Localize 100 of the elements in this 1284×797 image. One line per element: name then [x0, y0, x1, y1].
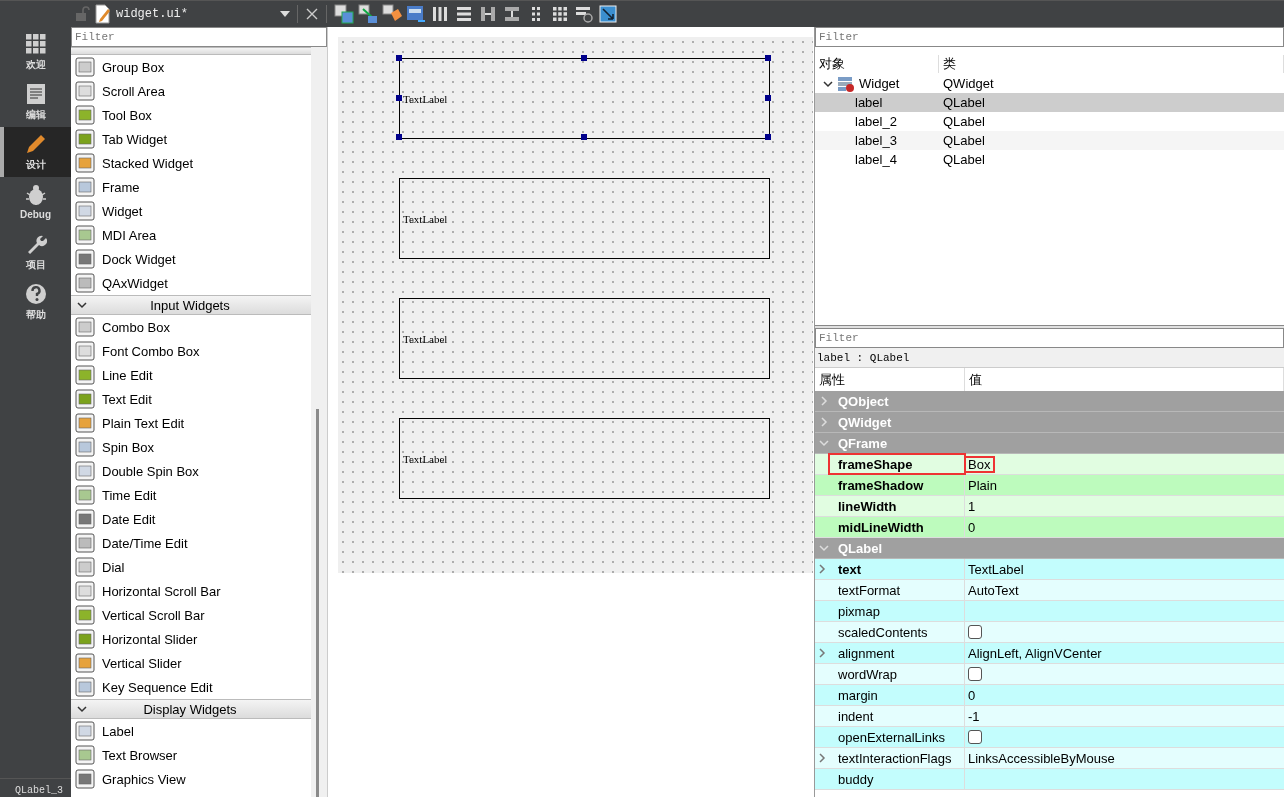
scrollbar[interactable]: [311, 47, 327, 797]
resize-handle[interactable]: [396, 134, 402, 140]
resize-handle[interactable]: [396, 94, 402, 101]
mode-button[interactable]: 编辑: [0, 77, 71, 127]
property-row[interactable]: openExternalLinks: [815, 727, 1284, 748]
widget-list-item[interactable]: Vertical Slider: [71, 651, 311, 675]
widget-list-item[interactable]: Plain Text Edit: [71, 411, 311, 435]
resize-handle[interactable]: [765, 94, 771, 101]
property-row[interactable]: indent -1: [815, 706, 1284, 727]
checkbox[interactable]: [968, 667, 982, 681]
close-icon[interactable]: [305, 7, 319, 21]
widget-list-item[interactable]: Spin Box: [71, 435, 311, 459]
property-row[interactable]: frameShape Box: [815, 454, 1284, 475]
filter-field[interactable]: Filter: [815, 27, 1284, 47]
widget-list-item[interactable]: Time Edit: [71, 483, 311, 507]
property-value[interactable]: Box: [968, 456, 991, 472]
text-label[interactable]: TextLabel: [399, 418, 770, 499]
mode-button[interactable]: Debug: [0, 177, 71, 227]
text-label[interactable]: TextLabel: [399, 58, 770, 139]
resize-handle[interactable]: [765, 134, 771, 140]
widget-list-item[interactable]: Vertical Scroll Bar: [71, 603, 311, 627]
resize-handle[interactable]: [396, 55, 402, 61]
property-row[interactable]: margin 0: [815, 685, 1284, 706]
text-label[interactable]: TextLabel: [399, 178, 770, 259]
property-row[interactable]: alignment AlignLeft, AlignVCenter: [815, 643, 1284, 664]
mode-button[interactable]: 设计: [0, 127, 71, 177]
property-value[interactable]: 0: [968, 519, 976, 535]
tree-item[interactable]: label_4: [815, 150, 939, 169]
mode-button[interactable]: 帮助: [0, 277, 71, 327]
dropdown-arrow-icon[interactable]: [280, 10, 290, 18]
widget-list-item[interactable]: Stacked Widget: [71, 151, 311, 175]
property-row[interactable]: midLineWidth 0: [815, 517, 1284, 538]
property-value[interactable]: LinksAccessibleByMouse: [968, 750, 1115, 766]
property-value[interactable]: -1: [968, 708, 980, 724]
checkbox[interactable]: [968, 625, 982, 639]
property-value[interactable]: 1: [968, 498, 976, 514]
grid-icon[interactable]: [550, 4, 570, 24]
category-header[interactable]: Input Widgets: [71, 295, 311, 315]
vertical-splitter-icon[interactable]: [502, 4, 522, 24]
widget-list-item[interactable]: Text Edit: [71, 387, 311, 411]
property-value[interactable]: AlignLeft, AlignVCenter: [968, 645, 1102, 661]
property-name: text: [829, 559, 965, 579]
widget-list-item[interactable]: Combo Box: [71, 315, 311, 339]
widget-list-item[interactable]: Date/Time Edit: [71, 531, 311, 555]
column-header[interactable]: 对象: [815, 55, 939, 73]
text-label[interactable]: TextLabel: [399, 298, 770, 379]
widget-list-item[interactable]: Tool Box: [71, 103, 311, 127]
widget-icon: [75, 605, 95, 625]
widget-list-item[interactable]: Line Edit: [71, 363, 311, 387]
class-cell-text: QLabel: [942, 113, 986, 131]
property-row[interactable]: pixmap: [815, 601, 1284, 622]
widget-list-item[interactable]: Graphics View: [71, 767, 311, 791]
property-row[interactable]: scaledContents: [815, 622, 1284, 643]
tree-item[interactable]: label_3: [815, 131, 939, 150]
widget-list-item[interactable]: Widget: [71, 199, 311, 223]
columns-icon[interactable]: [430, 4, 450, 24]
widget-list-item[interactable]: MDI Area: [71, 223, 311, 247]
property-row[interactable]: textFormat AutoText: [815, 580, 1284, 601]
property-row[interactable]: wordWrap: [815, 664, 1284, 685]
mode-button[interactable]: 项目: [0, 227, 71, 277]
widget-list-item[interactable]: QAxWidget: [71, 271, 311, 295]
property-row[interactable]: frameShadow Plain: [815, 475, 1284, 496]
widget-list-item[interactable]: Text Browser: [71, 743, 311, 767]
resize-handle[interactable]: [580, 55, 587, 61]
widget-list-item[interactable]: Horizontal Scroll Bar: [71, 579, 311, 603]
bug-icon: [24, 184, 47, 206]
property-row[interactable]: textInteractionFlags LinksAccessibleByMouse: [815, 748, 1284, 769]
tree-item[interactable]: label: [815, 93, 939, 112]
widget-list-item[interactable]: Double Spin Box: [71, 459, 311, 483]
horizontal-splitter-icon[interactable]: [478, 4, 498, 24]
property-row[interactable]: text TextLabel: [815, 559, 1284, 580]
filter-field[interactable]: Filter: [71, 27, 327, 47]
widget-list-item[interactable]: Dock Widget: [71, 247, 311, 271]
widget-list-item[interactable]: Font Combo Box: [71, 339, 311, 363]
checkbox[interactable]: [968, 730, 982, 744]
property-row[interactable]: lineWidth 1: [815, 496, 1284, 517]
property-value[interactable]: Plain: [968, 477, 997, 493]
property-value[interactable]: AutoText: [968, 582, 1019, 598]
widget-list-item[interactable]: Key Sequence Edit: [71, 675, 311, 699]
form-canvas[interactable]: TextLabel TextLabel TextLabel TextLabel: [338, 37, 813, 573]
property-row[interactable]: buddy: [815, 769, 1284, 790]
widget-list-item[interactable]: Frame: [71, 175, 311, 199]
widget-list-item[interactable]: Dial: [71, 555, 311, 579]
widget-list-item[interactable]: Label: [71, 719, 311, 743]
resize-handle[interactable]: [580, 134, 587, 140]
widget-list-item[interactable]: Tab Widget: [71, 127, 311, 151]
mode-button[interactable]: 欢迎: [0, 27, 71, 77]
category-header[interactable]: Display Widgets: [71, 699, 311, 719]
property-value[interactable]: TextLabel: [968, 561, 1024, 577]
widget-list-item[interactable]: Scroll Area: [71, 79, 311, 103]
property-value[interactable]: 0: [968, 687, 976, 703]
widget-list-item[interactable]: Date Edit: [71, 507, 311, 531]
filter-field[interactable]: Filter: [815, 328, 1284, 348]
tree-item[interactable]: label_2: [815, 112, 939, 131]
tree-item[interactable]: Widget: [815, 74, 939, 93]
rows-icon[interactable]: [454, 4, 474, 24]
column-header[interactable]: 类: [939, 55, 1284, 73]
resize-handle[interactable]: [765, 55, 771, 61]
widget-list-item[interactable]: Group Box: [71, 55, 311, 79]
widget-list-item[interactable]: Horizontal Slider: [71, 627, 311, 651]
